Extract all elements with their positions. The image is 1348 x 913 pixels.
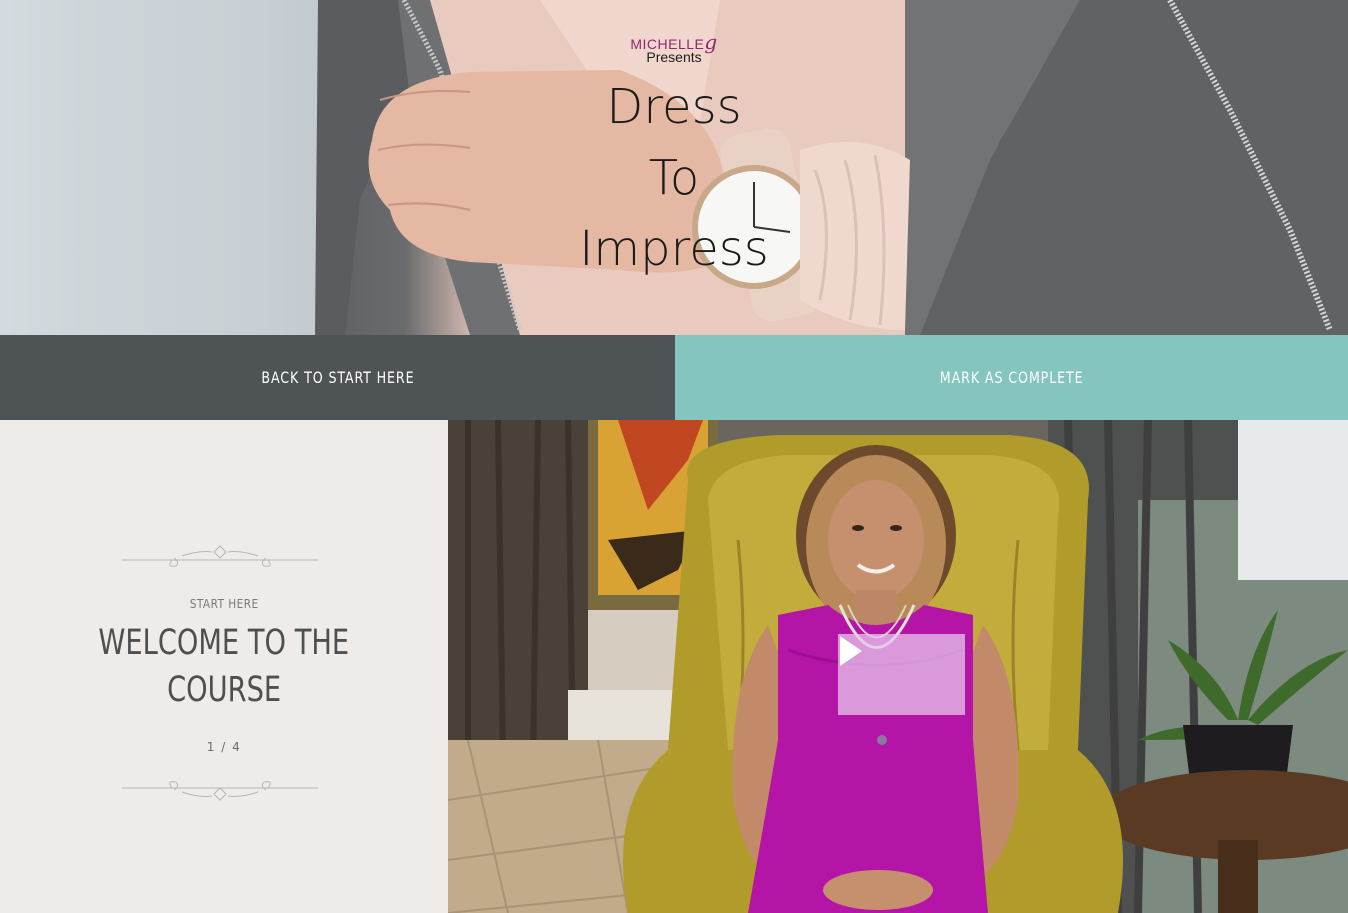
- lesson-title: WELCOME TO THE COURSE: [0, 620, 448, 714]
- play-icon: [840, 636, 862, 666]
- course-title-line: To: [648, 150, 700, 206]
- lesson-title-line: COURSE: [166, 670, 282, 710]
- video-player[interactable]: [448, 420, 1348, 913]
- back-to-start-label: BACK TO START HERE: [260, 368, 415, 387]
- lesson-title-line: WELCOME TO THE: [98, 623, 350, 663]
- course-title-line: Dress: [606, 79, 742, 135]
- ornament-divider: [122, 545, 318, 567]
- brand-logo: MICHELLEg Presents: [0, 32, 1348, 65]
- mark-complete-button[interactable]: MARK AS COMPLETE: [675, 335, 1348, 420]
- ornament-divider: [122, 781, 318, 801]
- course-title: Dress To Impress: [0, 72, 1348, 285]
- brand-subtitle: Presents: [646, 49, 702, 65]
- lesson-counter: 1 / 4: [206, 740, 242, 754]
- lesson-actions: BACK TO START HERE MARK AS COMPLETE: [0, 335, 1348, 420]
- mark-complete-label: MARK AS COMPLETE: [939, 368, 1084, 387]
- lesson-page: MICHELLEg Presents Dress To Impress BACK…: [0, 0, 1348, 913]
- lesson-section-label: START HERE: [189, 597, 259, 611]
- hero-banner: MICHELLEg Presents Dress To Impress: [0, 0, 1348, 335]
- back-to-start-button[interactable]: BACK TO START HERE: [0, 335, 675, 420]
- play-button[interactable]: [838, 634, 965, 715]
- course-title-line: Impress: [579, 221, 769, 277]
- brand-mark: g: [704, 30, 718, 54]
- lesson-info-panel: START HERE WELCOME TO THE COURSE 1 / 4: [0, 420, 448, 913]
